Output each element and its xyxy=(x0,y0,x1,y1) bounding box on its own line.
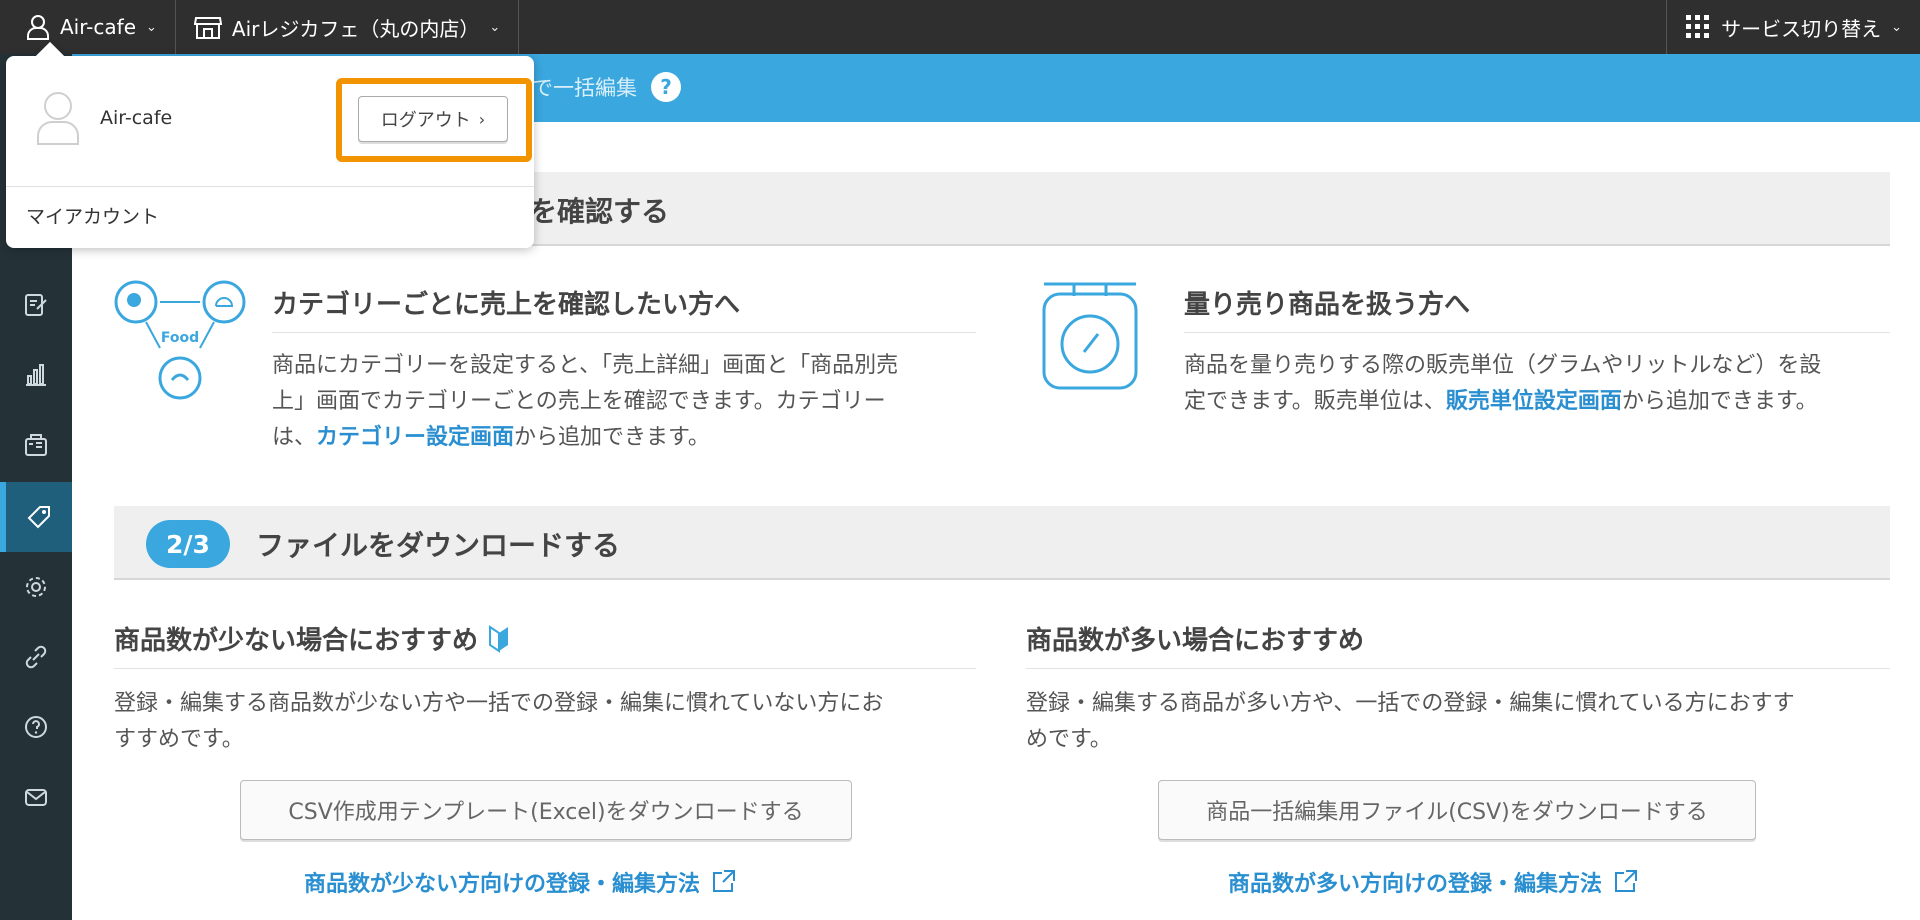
help-icon[interactable]: ? xyxy=(651,72,681,102)
page-title: で一括編集 ? xyxy=(532,72,681,102)
sidebar-item-edit[interactable] xyxy=(0,270,72,340)
register-icon xyxy=(25,434,47,456)
store-label: Airレジカフェ（丸の内店） xyxy=(231,16,480,41)
divider xyxy=(1026,668,1890,669)
category-description: 商品にカテゴリーを設定すると、「売上詳細」画面と「商品別売 上」画面でカテゴリー… xyxy=(272,348,992,456)
chevron-down-icon: ⌄ xyxy=(489,19,501,35)
service-switch-button[interactable]: サービス切り替え ⌄ xyxy=(1666,0,1920,54)
store-selector[interactable]: Airレジカフェ（丸の内店） ⌄ xyxy=(176,0,520,54)
sidebar-item-products[interactable] xyxy=(0,482,72,552)
many-products-heading: 商品数が多い場合におすすめ xyxy=(1026,626,1365,656)
category-settings-link[interactable]: カテゴリー設定画面 xyxy=(316,425,514,450)
divider xyxy=(272,332,976,333)
page-title-text: で一括編集 xyxy=(532,76,637,100)
service-switch-label: サービス切り替え xyxy=(1721,16,1882,41)
weight-sale-description-line: 定できます。販売単位は、販売単位設定画面から追加できます。 xyxy=(1184,384,1904,420)
account-dropdown: Air-cafe ログアウト › マイアカウント xyxy=(6,41,534,248)
gear-icon xyxy=(26,577,46,597)
many-products-description: 登録・編集する商品が多い方や、一括での登録・編集に慣れている方におすす めです。 xyxy=(1026,686,1906,758)
my-account-link[interactable]: マイアカウント xyxy=(26,202,159,229)
bar-chart-icon xyxy=(26,364,46,386)
grid-icon xyxy=(1686,15,1710,38)
many-products-description-line: 登録・編集する商品が多い方や、一括での登録・編集に慣れている方におすす xyxy=(1026,691,1795,716)
section-title: ファイルをダウンロードする xyxy=(256,529,621,562)
logout-button[interactable]: ログアウト › xyxy=(358,96,508,142)
tag-icon xyxy=(27,506,50,529)
text: から追加できます。 xyxy=(1621,389,1818,414)
text: から追加できます。 xyxy=(514,425,710,450)
few-products-guide-link[interactable]: 商品数が少ない方向けの登録・編集方法 xyxy=(304,866,736,898)
weight-sale-description-line: 商品を量り売りする際の販売単位（グラムやリットルなど）を設 xyxy=(1184,353,1822,378)
many-products-guide-link-text: 商品数が多い方向けの登録・編集方法 xyxy=(1228,872,1603,897)
text: は、 xyxy=(272,425,317,450)
download-csv-file-button[interactable]: 商品一括編集用ファイル(CSV)をダウンロードする xyxy=(1158,780,1756,840)
account-menu-button[interactable]: Air-cafe ⌄ xyxy=(0,0,176,54)
edit-note-icon xyxy=(25,294,47,316)
sidebar-item-help[interactable] xyxy=(0,692,72,762)
section-title: を確認する xyxy=(529,195,670,228)
sidebar-item-sales[interactable] xyxy=(0,340,72,410)
category-description-line: は、カテゴリー設定画面から追加できます。 xyxy=(272,420,992,456)
few-products-heading: 商品数が少ない場合におすすめ xyxy=(114,620,510,657)
category-description-line: 商品にカテゴリーを設定すると、「売上詳細」画面と「商品別売 xyxy=(272,353,899,378)
logout-button-label: ログアウト xyxy=(380,110,471,131)
avatar-icon xyxy=(37,92,79,145)
divider xyxy=(114,668,976,669)
mail-icon xyxy=(25,789,47,806)
sidebar-item-register[interactable] xyxy=(0,410,72,480)
few-products-description: 登録・編集する商品数が少ない方や一括での登録・編集に慣れていない方にお すすめで… xyxy=(114,686,994,758)
sidebar-item-link[interactable] xyxy=(0,622,72,692)
chevron-right-icon: › xyxy=(478,109,486,129)
few-products-description-line: 登録・編集する商品数が少ない方や一括での登録・編集に慣れていない方にお xyxy=(114,691,884,716)
external-link-icon xyxy=(1615,870,1638,892)
few-products-heading-text: 商品数が少ない場合におすすめ xyxy=(114,626,479,656)
download-excel-template-button[interactable]: CSV作成用テンプレート(Excel)をダウンロードする xyxy=(240,780,852,840)
weight-sale-description: 商品を量り売りする際の販売単位（グラムやリットルなど）を設 定できます。販売単位… xyxy=(1184,348,1904,420)
scale-illustration xyxy=(1042,282,1138,390)
few-products-guide-link-text: 商品数が少ない方向けの登録・編集方法 xyxy=(304,872,701,897)
sidebar-item-settings[interactable] xyxy=(0,552,72,622)
beginner-mark-icon xyxy=(489,624,509,653)
dropdown-user-name: Air-cafe xyxy=(100,107,173,129)
weight-sale-heading: 量り売り商品を扱う方へ xyxy=(1184,290,1471,320)
link-icon xyxy=(25,645,47,669)
few-products-description-line: すすめです。 xyxy=(114,727,244,752)
sales-unit-settings-link[interactable]: 販売単位設定画面 xyxy=(1446,389,1622,414)
category-illustration: Food xyxy=(114,280,246,400)
external-link-icon xyxy=(713,870,736,892)
category-heading: カテゴリーごとに売上を確認したい方へ xyxy=(272,290,741,320)
category-description-line: 上」画面でカテゴリーごとの売上を確認できます。カテゴリー xyxy=(272,389,886,414)
store-icon xyxy=(193,17,222,39)
top-bar: Air-cafe ⌄ Airレジカフェ（丸の内店） ⌄ サービス切り替え ⌄ xyxy=(0,0,1920,54)
chevron-down-icon: ⌄ xyxy=(1891,19,1902,35)
sidebar-item-mail[interactable] xyxy=(0,762,72,832)
many-products-guide-link[interactable]: 商品数が多い方向けの登録・編集方法 xyxy=(1228,866,1638,898)
food-illustration-text: Food xyxy=(161,330,199,346)
divider xyxy=(6,186,534,187)
user-icon xyxy=(27,15,49,40)
chevron-down-icon: ⌄ xyxy=(146,19,157,35)
divider xyxy=(1184,332,1890,333)
account-label: Air-cafe xyxy=(60,15,136,39)
many-products-description-line: めです。 xyxy=(1026,727,1112,752)
step-badge: 2/3 xyxy=(146,520,230,568)
dropdown-user: Air-cafe xyxy=(36,90,172,146)
text: 定できます。販売単位は、 xyxy=(1184,389,1446,414)
help-icon xyxy=(25,716,47,738)
section-header-download: 2/3 ファイルをダウンロードする xyxy=(114,506,1890,580)
